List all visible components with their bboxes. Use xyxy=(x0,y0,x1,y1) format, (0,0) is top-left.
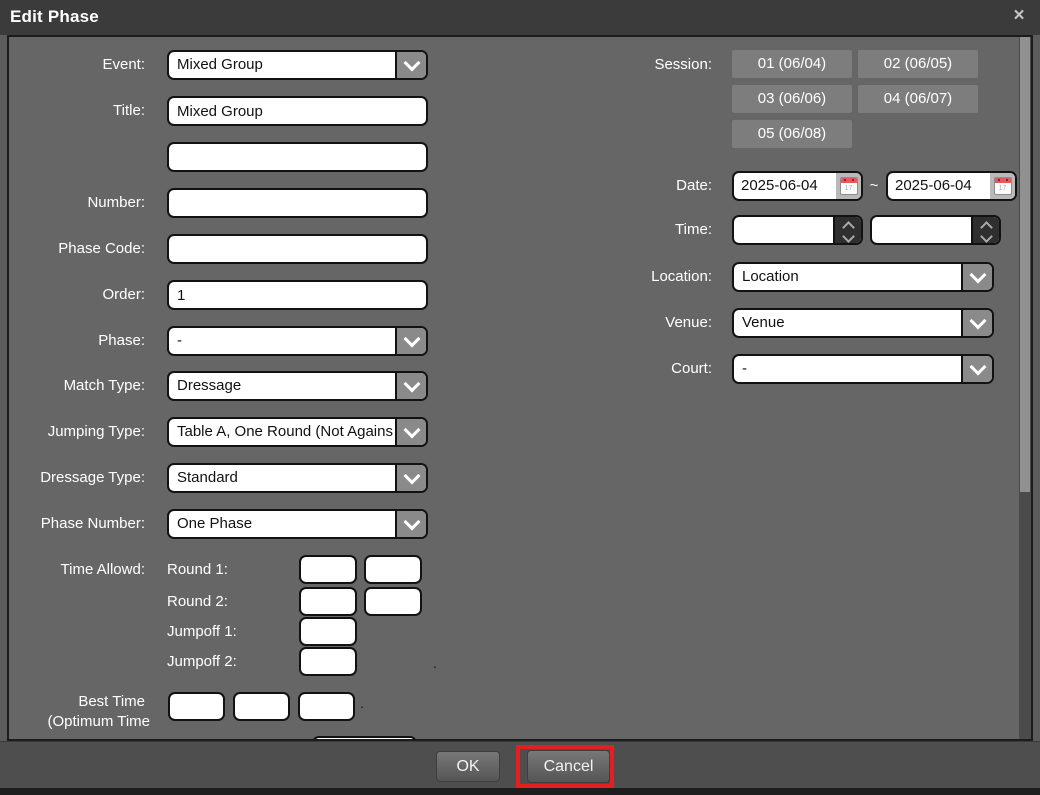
dressage-type-select-value: Standard xyxy=(177,465,395,491)
location-select[interactable]: Location xyxy=(732,262,994,292)
vertical-scrollbar[interactable] xyxy=(1019,37,1031,739)
round2-label: Round 2: xyxy=(167,587,292,617)
date-label: Date: xyxy=(529,171,712,201)
session-button-02[interactable]: 02 (06/05) xyxy=(858,50,978,78)
session-button-04[interactable]: 04 (06/07) xyxy=(858,85,978,113)
phase-number-label: Phase Number: xyxy=(9,509,145,539)
jumpoff2-label: Jumpoff 2: xyxy=(167,647,292,677)
jumpoff2-dot: . xyxy=(433,649,437,678)
match-type-select-value: Dressage xyxy=(177,373,395,399)
window-bottom-edge xyxy=(0,788,1040,795)
round1-input-a[interactable] xyxy=(299,555,357,584)
phase-select-value: - xyxy=(177,328,395,354)
jumping-type-select[interactable]: Table A, One Round (Not Agains xyxy=(167,417,428,447)
best-time-dot: . xyxy=(360,689,364,718)
dialog-content: Event: Title: Number: Phase Code: Order:… xyxy=(7,35,1033,741)
best-time-label-line1: Best Time xyxy=(9,692,145,712)
chevron-down-icon xyxy=(961,310,992,336)
location-select-value: Location xyxy=(742,264,961,290)
session-button-03[interactable]: 03 (06/06) xyxy=(732,85,852,113)
number-input[interactable] xyxy=(167,188,428,218)
time-label: Time: xyxy=(529,215,712,245)
date-to-value: 2025-06-04 xyxy=(895,173,972,199)
chevron-down-icon xyxy=(395,419,426,445)
chevron-down-icon xyxy=(395,373,426,399)
round1-label: Round 1: xyxy=(167,555,292,585)
order-label: Order: xyxy=(9,280,145,310)
chevron-down-icon xyxy=(961,264,992,290)
dressage-type-label: Dressage Type: xyxy=(9,463,145,493)
best-time-label-line2: (Optimum Time xyxy=(9,712,150,732)
phase-code-label: Phase Code: xyxy=(9,234,145,264)
title2-input[interactable] xyxy=(167,142,428,172)
session-button-05[interactable]: 05 (06/08) xyxy=(732,120,852,148)
scrollbar-thumb[interactable] xyxy=(1020,37,1030,492)
match-type-label: Match Type: xyxy=(9,371,145,401)
court-select[interactable]: - xyxy=(732,354,994,384)
round1-input-b[interactable] xyxy=(364,555,422,584)
date-to-field[interactable]: 2025-06-04 17 xyxy=(886,171,1017,201)
chevron-down-icon xyxy=(395,328,426,354)
time-end-spinner[interactable] xyxy=(870,215,1001,245)
jumpoff1-label: Jumpoff 1: xyxy=(167,617,292,647)
round2-input-a[interactable] xyxy=(299,587,357,616)
best-time-input-b[interactable] xyxy=(233,692,290,721)
dialog-title: Edit Phase xyxy=(10,0,99,35)
chevron-down-icon xyxy=(395,52,426,78)
phase-code-input[interactable] xyxy=(167,234,428,264)
event-select-value: Mixed Group xyxy=(177,52,395,78)
dialog-titlebar: Edit Phase × xyxy=(0,0,1040,35)
ok-button[interactable]: OK xyxy=(436,751,500,782)
dialog-footer: OK Cancel xyxy=(0,741,1040,789)
date-range-separator: ~ xyxy=(865,171,883,201)
jumping-type-label: Jumping Type: xyxy=(9,417,145,447)
phase-number-select-value: One Phase xyxy=(177,511,395,537)
match-type-select[interactable]: Dressage xyxy=(167,371,428,401)
spinner-arrows-icon[interactable] xyxy=(971,217,999,243)
event-select[interactable]: Mixed Group xyxy=(167,50,428,80)
phase-select[interactable]: - xyxy=(167,326,428,356)
session-label: Session: xyxy=(529,50,712,80)
calendar-icon[interactable]: 17 xyxy=(836,173,861,199)
close-icon[interactable]: × xyxy=(1008,5,1030,27)
best-time-input-c[interactable] xyxy=(298,692,355,721)
time-start-spinner[interactable] xyxy=(732,215,863,245)
jumpoff1-input[interactable] xyxy=(299,617,357,646)
court-select-value: - xyxy=(742,356,961,382)
spinner-arrows-icon[interactable] xyxy=(833,217,861,243)
title-input[interactable] xyxy=(167,96,428,126)
session-button-01[interactable]: 01 (06/04) xyxy=(732,50,852,78)
date-from-field[interactable]: 2025-06-04 17 xyxy=(732,171,863,201)
dressage-type-select[interactable]: Standard xyxy=(167,463,428,493)
order-input[interactable] xyxy=(167,280,428,310)
court-label: Court: xyxy=(529,354,712,384)
number-label: Number: xyxy=(9,188,145,218)
calendar-icon[interactable]: 17 xyxy=(990,173,1015,199)
venue-select-value: Venue xyxy=(742,310,961,336)
round2-input-b[interactable] xyxy=(364,587,422,616)
venue-label: Venue: xyxy=(529,308,712,338)
chevron-down-icon xyxy=(395,465,426,491)
jumpoff2-input[interactable] xyxy=(299,647,357,676)
phase-number-select[interactable]: One Phase xyxy=(167,509,428,539)
venue-select[interactable]: Venue xyxy=(732,308,994,338)
chevron-down-icon xyxy=(961,356,992,382)
location-label: Location: xyxy=(529,262,712,292)
date-from-value: 2025-06-04 xyxy=(741,173,818,199)
chevron-down-icon xyxy=(395,511,426,537)
jumping-type-select-value: Table A, One Round (Not Agains xyxy=(177,419,395,445)
title-label: Title: xyxy=(9,96,145,126)
phase-label: Phase: xyxy=(9,326,145,356)
event-label: Event: xyxy=(9,50,145,80)
cancel-button[interactable]: Cancel xyxy=(527,750,610,783)
best-time-input-a[interactable] xyxy=(168,692,225,721)
time-allowd-label: Time Allowd: xyxy=(9,555,145,585)
